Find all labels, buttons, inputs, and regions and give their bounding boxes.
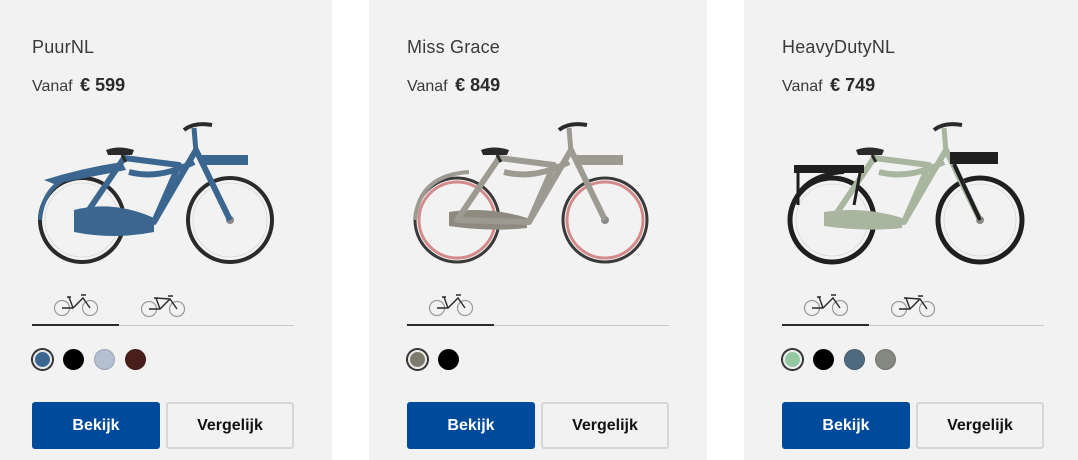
color-swatch[interactable] [32,349,53,370]
color-swatches [32,349,146,371]
product-card: Miss Grace Vanaf € 849 Bekijk Vergelijk [369,0,707,460]
gent-frame-icon [53,294,98,317]
price-row: Vanaf € 749 [782,75,875,96]
price-row: Vanaf € 599 [32,75,125,96]
color-swatch[interactable] [875,349,896,370]
bike-image[interactable] [409,110,659,270]
frame-type-tabs [407,284,669,326]
view-button[interactable]: Bekijk [407,402,535,449]
product-name[interactable]: Miss Grace [407,37,500,58]
lady-frame-icon [140,294,185,317]
color-swatch[interactable] [782,349,803,370]
color-swatches [407,349,459,371]
product-card: PuurNL Vanaf € 599 Bekijk Vergelijk [0,0,332,460]
compare-button[interactable]: Vergelijk [916,402,1044,449]
gent-frame-icon [428,294,473,317]
tab-lady-frame[interactable] [119,284,206,325]
view-button[interactable]: Bekijk [782,402,910,449]
tab-gent-frame[interactable] [407,284,494,326]
color-swatches [782,349,896,371]
compare-button[interactable]: Vergelijk [541,402,669,449]
view-button[interactable]: Bekijk [32,402,160,449]
product-price: € 849 [455,75,501,95]
gent-frame-icon [803,294,848,317]
color-swatch[interactable] [844,349,865,370]
color-swatch[interactable] [407,349,428,370]
tab-gent-frame[interactable] [32,284,119,326]
product-price: € 749 [830,75,876,95]
product-card: HeavyDutyNL Vanaf € 749 Bekijk Vergelijk [744,0,1078,460]
product-name[interactable]: PuurNL [32,37,94,58]
product-price: € 599 [80,75,126,95]
price-prefix: Vanaf [32,78,73,95]
color-swatch[interactable] [63,349,84,370]
compare-button[interactable]: Vergelijk [166,402,294,449]
color-swatch[interactable] [125,349,146,370]
product-name[interactable]: HeavyDutyNL [782,37,895,58]
lady-frame-icon [890,294,935,317]
color-swatch[interactable] [94,349,115,370]
price-prefix: Vanaf [782,78,823,95]
bike-image[interactable] [784,110,1034,270]
color-swatch[interactable] [438,349,459,370]
tab-lady-frame[interactable] [869,284,956,325]
price-prefix: Vanaf [407,78,448,95]
color-swatch[interactable] [813,349,834,370]
tab-gent-frame[interactable] [782,284,869,326]
frame-type-tabs [32,284,294,326]
price-row: Vanaf € 849 [407,75,500,96]
bike-image[interactable] [34,110,284,270]
frame-type-tabs [782,284,1044,326]
